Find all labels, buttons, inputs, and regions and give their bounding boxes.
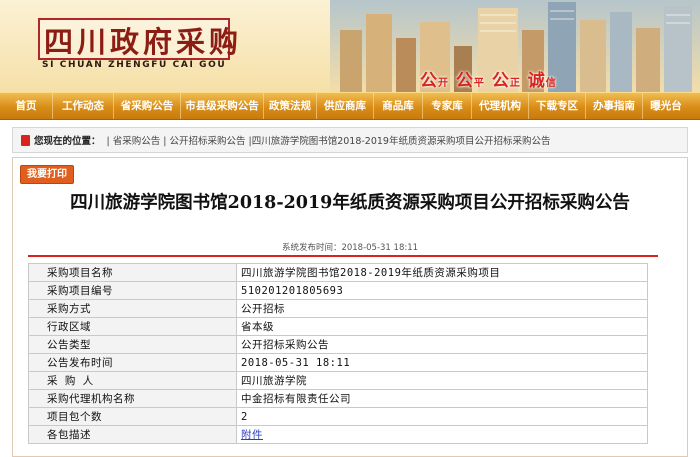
row-value: 中金招标有限责任公司	[236, 389, 648, 408]
site-banner: 四川政府采购 SI CHUAN ZHENGFU CAI GOU 公开 公平 公正…	[0, 0, 700, 92]
row-value: 公开招标	[236, 299, 648, 318]
row-key: 采购方式	[28, 299, 237, 318]
nav-policies[interactable]: 政策法规	[264, 93, 317, 119]
row-key: 采购项目名称	[28, 263, 237, 282]
slogan: 公开 公平 公正 诚信	[420, 71, 557, 91]
table-row: 采 购 人 四川旅游学院	[28, 371, 648, 390]
row-key: 采购项目编号	[28, 281, 237, 300]
nav-home[interactable]: 首页	[0, 93, 53, 119]
procurement-info-table: 采购项目名称 四川旅游学院图书馆2018-2019年纸质资源采购项目 采购项目编…	[28, 263, 648, 444]
table-row: 公告类型 公开招标采购公告	[28, 335, 648, 354]
nav-province-notices[interactable]: 省采购公告	[114, 93, 181, 119]
nav-downloads[interactable]: 下载专区	[529, 93, 586, 119]
nav-city-county-notices[interactable]: 市县级采购公告	[181, 93, 264, 119]
table-row: 采购项目名称 四川旅游学院图书馆2018-2019年纸质资源采购项目	[28, 263, 648, 282]
breadcrumb-label: 您现在的位置：	[34, 136, 101, 147]
site-subtitle: SI CHUAN ZHENGFU CAI GOU	[42, 60, 227, 70]
row-value: 省本级	[236, 317, 648, 336]
attachment-link[interactable]: 附件	[241, 429, 263, 441]
location-pin-icon	[21, 134, 30, 146]
page-title: 四川旅游学院图书馆2018-2019年纸质资源采购项目公开招标采购公告	[70, 193, 630, 213]
row-value: 510201201805693	[236, 281, 648, 300]
table-row: 行政区域 省本级	[28, 317, 648, 336]
table-row: 采购方式 公开招标	[28, 299, 648, 318]
row-value: 2018-05-31 18:11	[236, 353, 648, 372]
site-title[interactable]: 四川政府采购	[44, 19, 242, 61]
publish-time: 系统发布时间：2018-05-31 18:11	[281, 243, 419, 253]
breadcrumb: 您现在的位置： | 省采购公告 | 公开招标采购公告 |四川旅游学院图书馆201…	[12, 127, 688, 153]
breadcrumb-path[interactable]: | 省采购公告 | 公开招标采购公告 |四川旅游学院图书馆2018-2019年纸…	[107, 133, 551, 147]
row-value: 四川旅游学院图书馆2018-2019年纸质资源采购项目	[236, 263, 648, 282]
nav-product-db[interactable]: 商品库	[374, 93, 423, 119]
title-divider	[28, 255, 658, 257]
row-key: 公告发布时间	[28, 353, 237, 372]
row-key: 项目包个数	[28, 407, 237, 426]
nav-guide[interactable]: 办事指南	[586, 93, 643, 119]
nav-exposure[interactable]: 曝光台	[643, 93, 689, 119]
row-key: 采购代理机构名称	[28, 389, 237, 408]
row-value: 公开招标采购公告	[236, 335, 648, 354]
print-button[interactable]: 我要打印	[20, 165, 74, 184]
row-key: 采 购 人	[28, 371, 237, 390]
nav-supplier-db[interactable]: 供应商库	[317, 93, 374, 119]
table-row: 各包描述 附件	[28, 425, 648, 444]
table-row: 公告发布时间 2018-05-31 18:11	[28, 353, 648, 372]
main-nav: 首页 工作动态 省采购公告 市县级采购公告 政策法规 供应商库 商品库 专家库 …	[0, 92, 700, 120]
nav-agencies[interactable]: 代理机构	[472, 93, 529, 119]
row-value: 附件	[236, 425, 648, 444]
row-key: 公告类型	[28, 335, 237, 354]
nav-expert-db[interactable]: 专家库	[423, 93, 472, 119]
row-key: 行政区域	[28, 317, 237, 336]
table-row: 采购项目编号 510201201805693	[28, 281, 648, 300]
row-key: 各包描述	[28, 425, 237, 444]
table-row: 采购代理机构名称 中金招标有限责任公司	[28, 389, 648, 408]
nav-work-news[interactable]: 工作动态	[53, 93, 114, 119]
row-value: 2	[236, 407, 648, 426]
row-value: 四川旅游学院	[236, 371, 648, 390]
table-row: 项目包个数 2	[28, 407, 648, 426]
